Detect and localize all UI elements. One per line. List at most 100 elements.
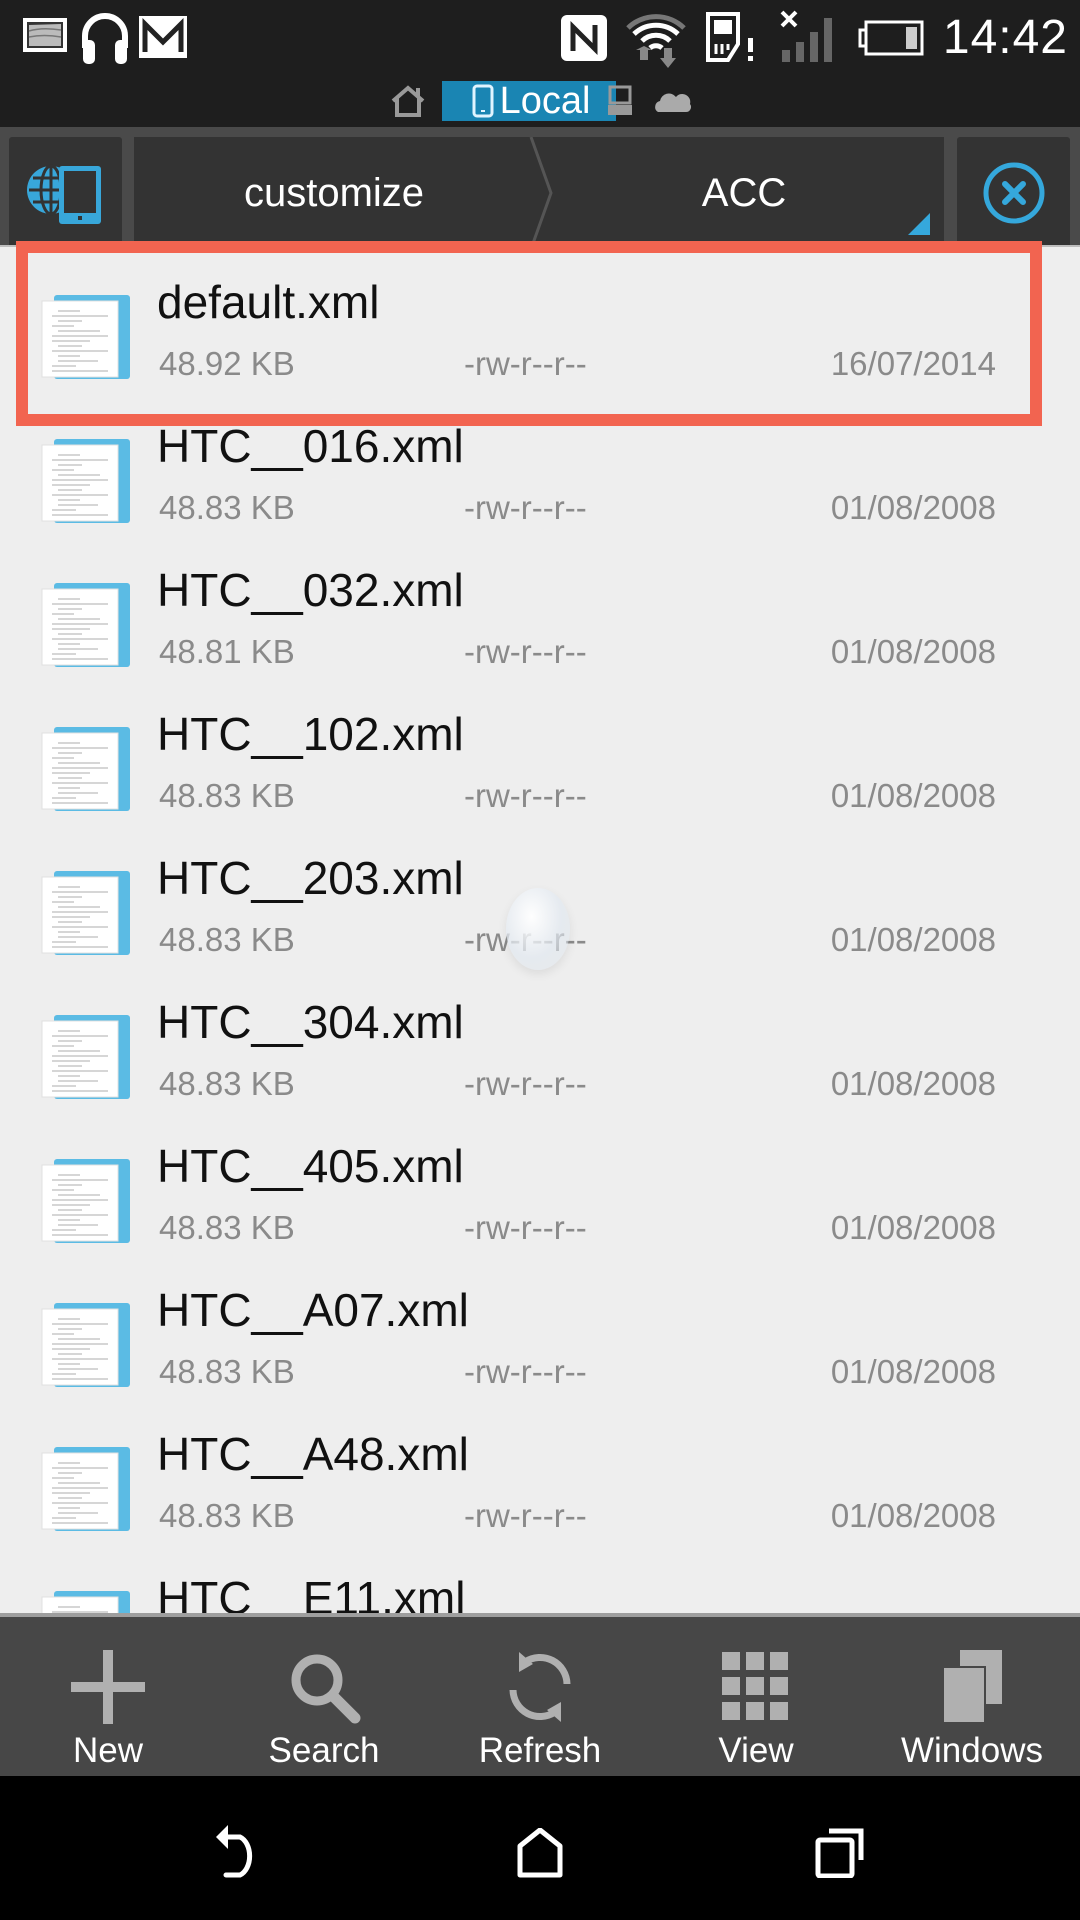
file-date: 01/08/2008 [830,489,996,526]
file-name: HTC__405.xml [157,1140,464,1192]
xml-file-icon [41,1303,130,1387]
windows-stack-icon [942,1650,1002,1722]
file-size: 48.83 KB [159,921,295,958]
search-button[interactable]: Search [216,1617,432,1776]
windows-button-label: Windows [901,1731,1043,1770]
home-icon [517,1828,563,1878]
file-list-item-selected[interactable]: default.xml 48.92 KB -rw-r--r-- 16/07/20… [0,247,1080,391]
close-circle-icon [983,162,1044,224]
file-size: 48.83 KB [159,1209,295,1246]
file-name: default.xml [157,276,380,328]
file-date: 01/08/2008 [830,921,996,958]
nfc-icon [561,15,607,66]
file-list-item[interactable]: HTC__016.xml 48.83 KB -rw-r--r-- 01/08/2… [0,391,1080,535]
back-icon [216,1825,253,1878]
file-date: 01/08/2008 [830,1209,996,1246]
new-button[interactable]: New [0,1617,216,1776]
breadcrumb-item-acc[interactable]: ACC [544,137,944,249]
phone-icon [472,84,494,118]
file-permissions: -rw-r--r-- [464,1065,587,1102]
location-lan[interactable] [602,81,638,121]
search-button-label: Search [268,1731,380,1770]
xml-file-icon [41,1447,130,1531]
battery-low-icon [858,20,924,61]
file-name: HTC__A48.xml [157,1428,469,1480]
refresh-button[interactable]: Refresh [432,1617,648,1776]
cloud-icon [655,93,691,112]
file-name: HTC__102.xml [157,708,464,760]
file-name: HTC__203.xml [157,852,464,904]
close-path-button[interactable] [957,137,1070,249]
location-local-label: Local [499,79,591,122]
network-device-icon [26,164,101,224]
recent-apps-button[interactable] [800,1818,880,1888]
file-size: 48.83 KB [159,1497,295,1534]
breadcrumb-item-customize[interactable]: customize [134,137,534,249]
file-list-item[interactable]: HTC__304.xml 48.83 KB -rw-r--r-- 01/08/2… [0,967,1080,1111]
grid-view-icon [722,1652,788,1720]
xml-file-icon [41,583,130,667]
location-home[interactable] [388,81,428,121]
file-date: 01/08/2008 [830,1065,996,1102]
file-name: HTC__E11.xml [157,1572,466,1615]
file-list-item[interactable]: HTC__E11.xml [0,1543,1080,1615]
path-bar: customize ACC [0,127,1080,249]
touch-indicator [506,888,570,970]
file-permissions: -rw-r--r-- [464,777,587,814]
bottom-toolbar: New Search Refresh View Windows [0,1613,1080,1776]
view-button[interactable]: View [648,1617,864,1776]
refresh-icon [509,1652,571,1722]
network-device-button[interactable] [9,137,122,249]
sim-alert-icon [704,12,762,69]
file-date: 01/08/2008 [830,633,996,670]
file-list-item[interactable]: HTC__A48.xml 48.83 KB -rw-r--r-- 01/08/2… [0,1399,1080,1543]
home-button[interactable] [500,1818,580,1888]
recent-apps-icon [815,1828,864,1878]
xml-file-icon [41,1159,130,1243]
file-date: 16/07/2014 [830,345,996,382]
file-name: HTC__304.xml [157,996,464,1048]
location-local[interactable]: Local [442,79,616,122]
headphones-music-icon [80,10,130,71]
file-list-item[interactable]: HTC__405.xml 48.83 KB -rw-r--r-- 01/08/2… [0,1111,1080,1255]
dropdown-corner-icon[interactable] [908,213,930,235]
file-permissions: -rw-r--r-- [464,489,587,526]
file-name: HTC__016.xml [157,420,464,472]
xml-file-icon [41,1591,130,1615]
file-name: HTC__032.xml [157,564,464,616]
file-date: 01/08/2008 [830,1353,996,1390]
file-size: 48.92 KB [159,345,295,382]
windows-button[interactable]: Windows [864,1617,1080,1776]
file-list-item[interactable]: HTC__102.xml 48.83 KB -rw-r--r-- 01/08/2… [0,679,1080,823]
file-date: 01/08/2008 [830,1497,996,1534]
xml-file-icon [41,727,130,811]
file-date: 01/08/2008 [830,777,996,814]
location-cloud[interactable] [650,81,694,121]
wifi-data-icon [624,6,688,73]
signal-no-service-icon [778,8,840,69]
file-size: 48.83 KB [159,1353,295,1390]
file-permissions: -rw-r--r-- [464,1353,587,1390]
file-size: 48.83 KB [159,777,295,814]
file-permissions: -rw-r--r-- [464,345,587,382]
file-list-item[interactable]: HTC__A07.xml 48.83 KB -rw-r--r-- 01/08/2… [0,1255,1080,1399]
location-bar: Local [0,75,1080,127]
xml-file-icon [41,1015,130,1099]
file-permissions: -rw-r--r-- [464,1209,587,1246]
file-size: 48.81 KB [159,633,295,670]
file-permissions: -rw-r--r-- [464,1497,587,1534]
status-bar: 14:42 [0,0,1080,75]
xml-file-icon [41,871,130,955]
view-button-label: View [718,1731,794,1770]
gallery-notification-icon [22,17,68,58]
plus-icon [71,1650,145,1724]
search-icon [291,1654,361,1724]
file-name: HTC__A07.xml [157,1284,469,1336]
new-button-label: New [72,1731,144,1770]
clock: 14:42 [942,11,1068,64]
breadcrumb: customize ACC [134,137,944,249]
file-list-item[interactable]: HTC__032.xml 48.81 KB -rw-r--r-- 01/08/2… [0,535,1080,679]
home-icon [391,85,425,117]
file-size: 48.83 KB [159,489,295,526]
back-button[interactable] [200,1818,280,1888]
